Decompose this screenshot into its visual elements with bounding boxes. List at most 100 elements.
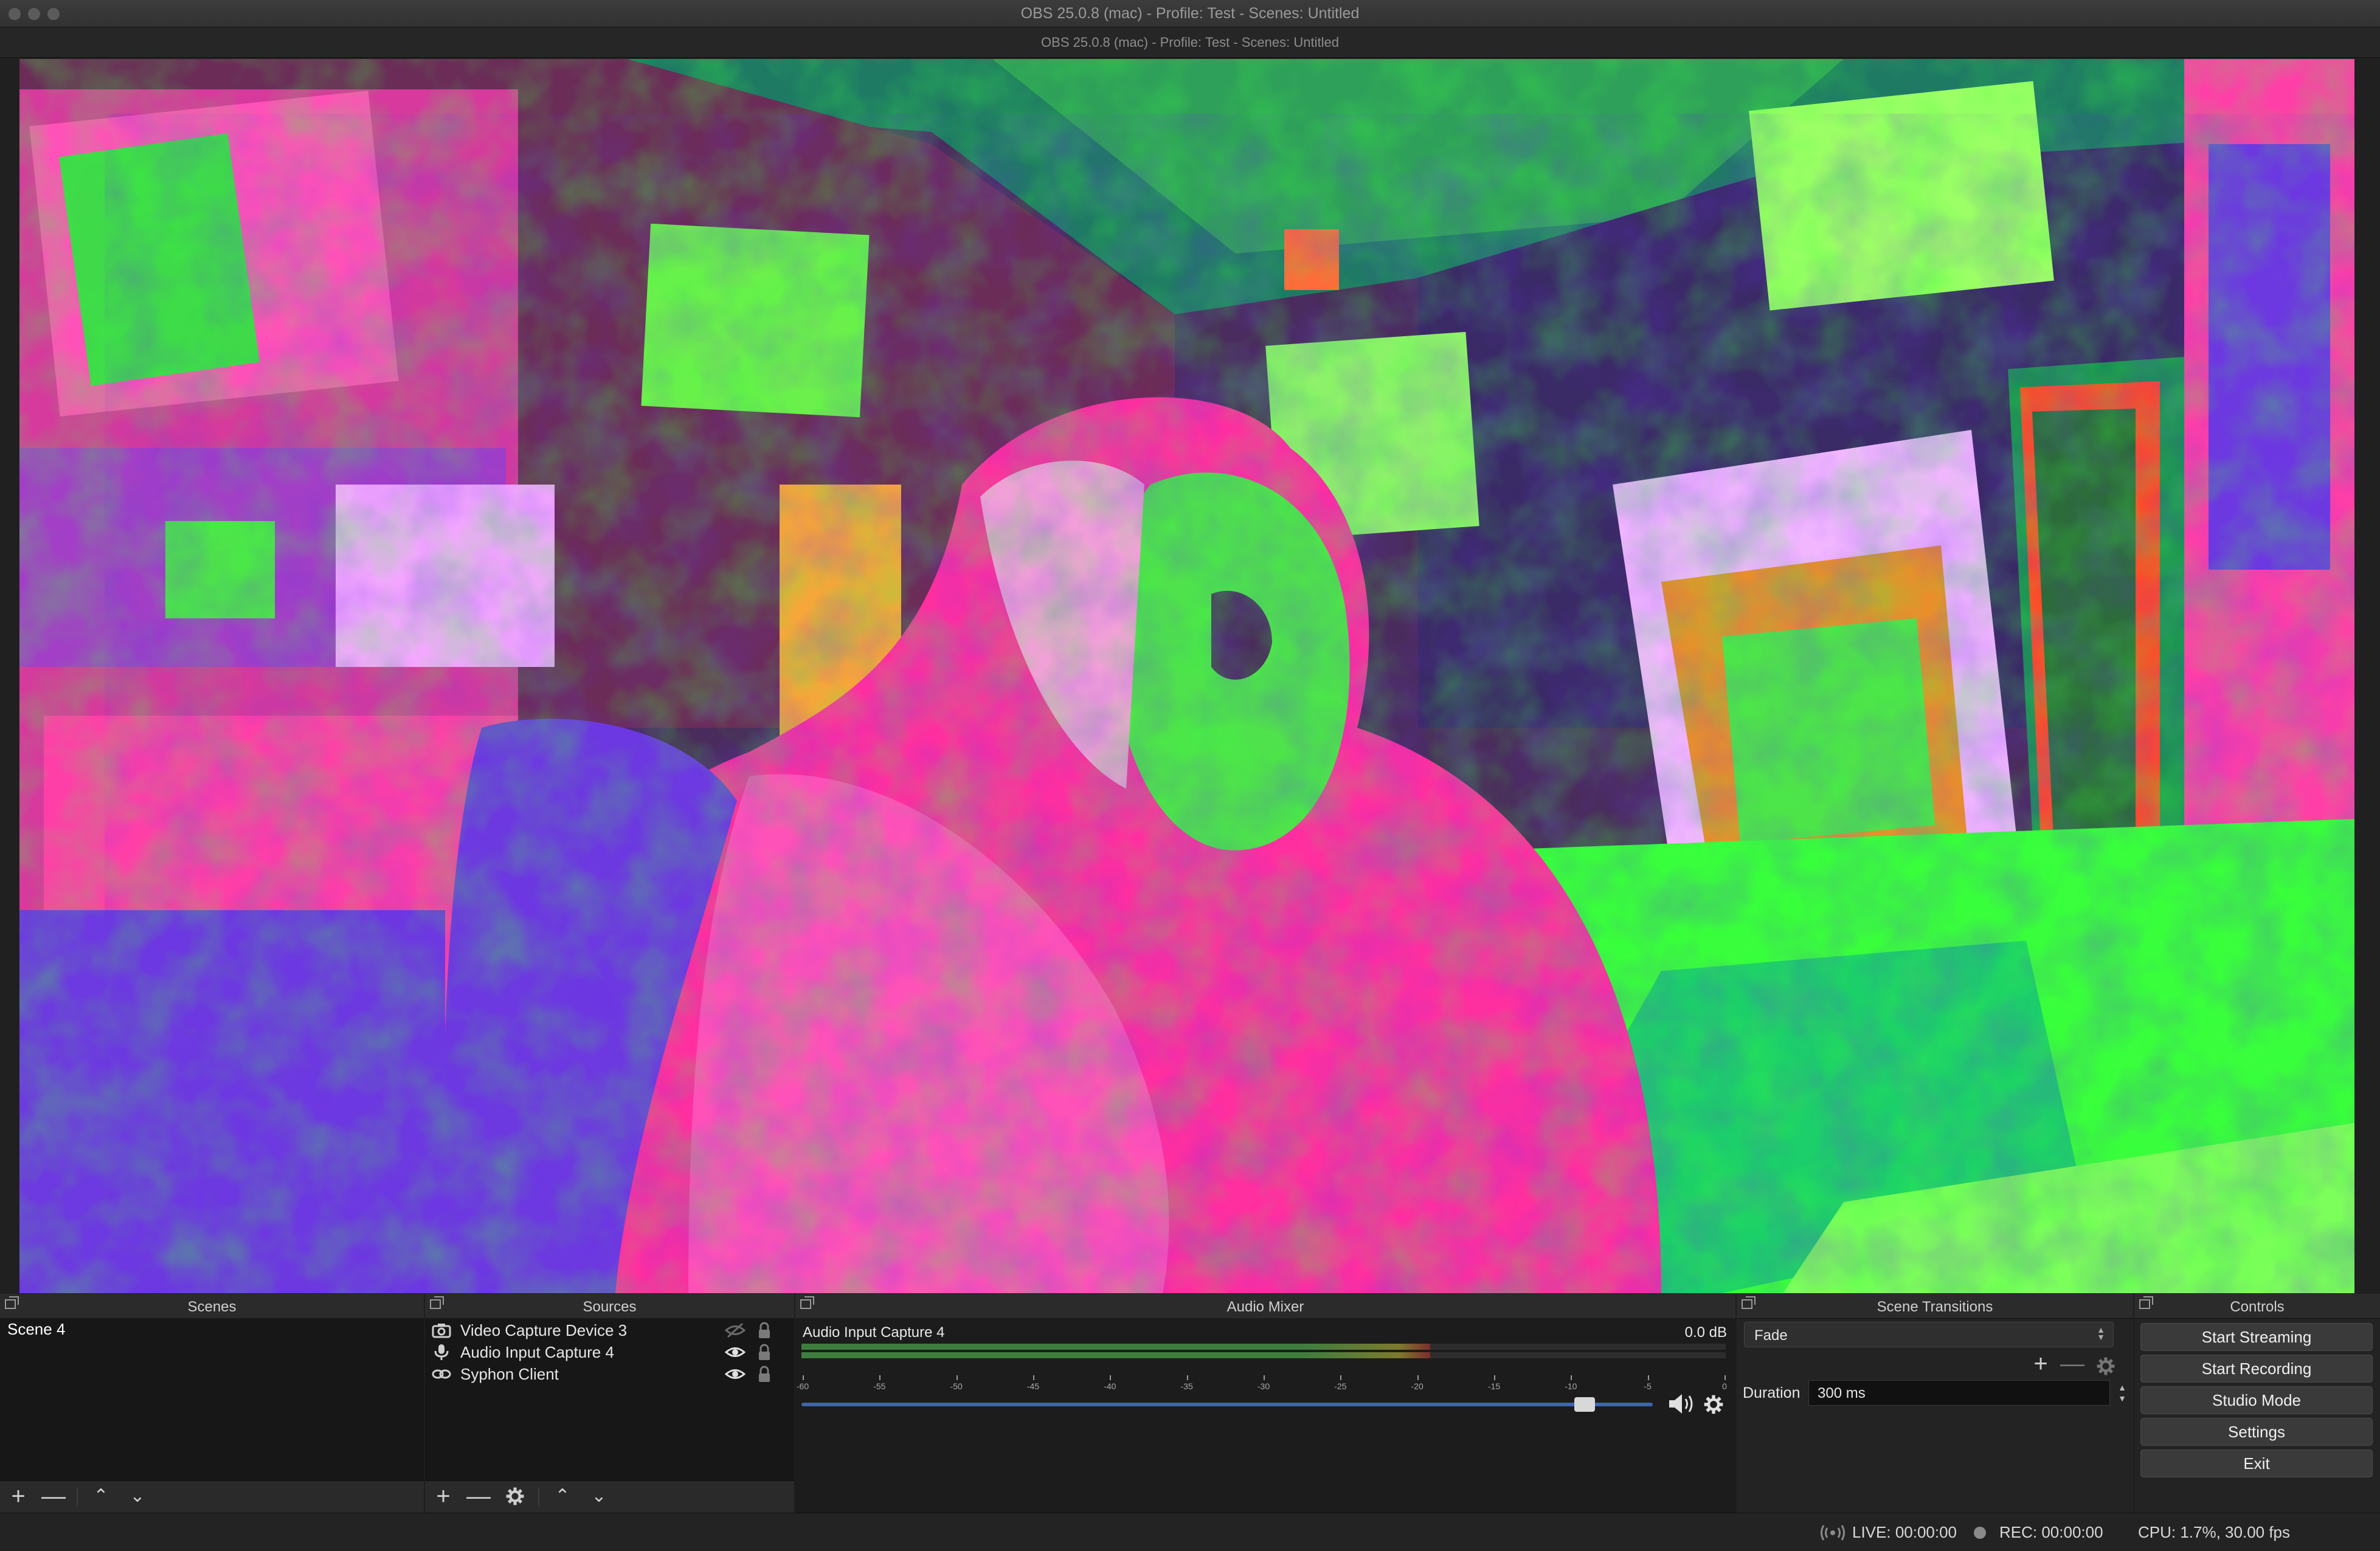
window-subtitle: OBS 25.0.8 (mac) - Profile: Test - Scene… xyxy=(1041,35,1339,50)
volume-meter-fill xyxy=(801,1352,1430,1358)
lock-icon[interactable] xyxy=(756,1321,772,1339)
move-source-up-button[interactable]: ⌃ xyxy=(549,1484,576,1510)
window-title-bar: OBS 25.0.8 (mac) - Profile: Test - Scene… xyxy=(0,0,2380,27)
controls-dock: Controls Start Streaming Start Recording… xyxy=(2134,1294,2380,1513)
scene-transitions-dock: Scene Transitions Fade ▲ ▼ + — Duration 3… xyxy=(1737,1294,2133,1513)
remove-source-button[interactable]: — xyxy=(465,1484,492,1510)
meter-tick xyxy=(1110,1375,1112,1380)
exit-button[interactable]: Exit xyxy=(2140,1449,2373,1477)
meter-tick xyxy=(1186,1375,1188,1380)
transition-select[interactable]: Fade ▲ ▼ xyxy=(1744,1322,2114,1347)
meter-tick xyxy=(1264,1375,1265,1380)
preview-video-feed[interactable] xyxy=(19,59,2354,1293)
source-label: Syphon Client xyxy=(460,1365,559,1383)
meter-tick-label: -20 xyxy=(1411,1381,1424,1391)
window-title: OBS 25.0.8 (mac) - Profile: Test - Scene… xyxy=(1020,5,1360,22)
controls-title: Controls xyxy=(2230,1299,2285,1315)
source-row[interactable]: Audio Input Capture 4 xyxy=(425,1341,794,1363)
visibility-eye-icon[interactable] xyxy=(724,1366,746,1383)
rec-timer: REC: 00:00:00 xyxy=(1999,1523,2103,1541)
scenes-list[interactable]: Scene 4 xyxy=(0,1318,424,1481)
source-row[interactable]: Syphon Client xyxy=(425,1363,794,1385)
volume-meter-top xyxy=(801,1344,1726,1350)
live-broadcast-icon xyxy=(1821,1525,1845,1541)
audio-settings-gear-icon[interactable] xyxy=(1703,1394,1724,1415)
meter-tick xyxy=(1417,1375,1419,1380)
meter-tick xyxy=(879,1375,881,1380)
audio-mixer-dock: Audio Mixer Audio Input Capture 4 0.0 dB… xyxy=(795,1294,1735,1513)
source-label: Audio Input Capture 4 xyxy=(460,1343,614,1361)
lock-icon[interactable] xyxy=(756,1365,772,1383)
volume-meter-fill xyxy=(801,1344,1430,1350)
volume-meter-bottom xyxy=(801,1352,1726,1358)
controls-header: Controls xyxy=(2134,1294,2380,1319)
scene-transitions-header: Scene Transitions xyxy=(1737,1294,2133,1319)
meter-tick xyxy=(1033,1375,1034,1380)
record-dot-icon xyxy=(1974,1527,1986,1539)
camera-icon xyxy=(432,1324,451,1338)
volume-slider-handle[interactable] xyxy=(1574,1397,1595,1412)
remove-scene-button[interactable]: — xyxy=(40,1484,67,1510)
studio-mode-button[interactable]: Studio Mode xyxy=(2140,1386,2373,1414)
meter-tick-label: -5 xyxy=(1644,1381,1652,1391)
scene-item[interactable]: Scene 4 xyxy=(0,1318,424,1340)
source-row[interactable]: Video Capture Device 3 xyxy=(425,1319,794,1341)
audio-mixer-header: Audio Mixer xyxy=(795,1294,1735,1319)
move-scene-up-button[interactable]: ⌃ xyxy=(88,1484,114,1510)
meter-tick-label: -25 xyxy=(1334,1381,1347,1391)
meter-tick-label: -60 xyxy=(796,1381,809,1391)
move-scene-down-button[interactable]: ⌄ xyxy=(124,1484,151,1510)
lock-icon[interactable] xyxy=(756,1343,772,1361)
volume-slider-track[interactable] xyxy=(801,1403,1653,1406)
meter-tick-label: -45 xyxy=(1026,1381,1040,1391)
cpu-fps-readout: CPU: 1.7%, 30.00 fps xyxy=(2138,1523,2291,1541)
status-bar: LIVE: 00:00:00 REC: 00:00:00 CPU: 1.7%, … xyxy=(0,1513,2380,1551)
meter-tick-label: -50 xyxy=(950,1381,963,1391)
sources-title: Sources xyxy=(583,1299,637,1315)
move-source-down-button[interactable]: ⌄ xyxy=(586,1484,612,1510)
mixer-level-readout: 0.0 dB xyxy=(1684,1324,1727,1341)
scenes-header: Scenes xyxy=(0,1294,424,1319)
settings-button[interactable]: Settings xyxy=(2140,1418,2373,1446)
syphon-icon xyxy=(432,1369,451,1379)
window-subtitle-bar: OBS 25.0.8 (mac) - Profile: Test - Scene… xyxy=(0,27,2380,58)
mixer-channel-name: Audio Input Capture 4 xyxy=(803,1324,945,1341)
chevron-updown-icon: ▲ ▼ xyxy=(2097,1325,2105,1342)
audio-mixer-channel: Audio Input Capture 4 0.0 dB -60 -55 -50 -4… xyxy=(795,1318,1735,1513)
audio-mixer-title: Audio Mixer xyxy=(1226,1299,1304,1315)
meter-tick xyxy=(1571,1375,1572,1380)
visibility-hidden-icon[interactable] xyxy=(724,1322,746,1339)
source-properties-gear-icon[interactable] xyxy=(502,1484,528,1510)
start-recording-button[interactable]: Start Recording xyxy=(2140,1355,2373,1383)
meter-tick xyxy=(1724,1375,1726,1380)
remove-transition-button[interactable]: — xyxy=(2059,1351,2086,1378)
meter-tick-label: -15 xyxy=(1487,1381,1501,1391)
duration-label: Duration xyxy=(1743,1384,1801,1401)
scenes-dock: Scenes Scene 4 + — ⌃ ⌄ xyxy=(0,1294,424,1513)
visibility-eye-icon[interactable] xyxy=(724,1344,746,1361)
live-timer: LIVE: 00:00:00 xyxy=(1852,1523,1957,1541)
source-label: Video Capture Device 3 xyxy=(460,1321,628,1339)
add-transition-button[interactable]: + xyxy=(2027,1351,2054,1378)
add-source-button[interactable]: + xyxy=(430,1484,457,1510)
meter-tick-label: -35 xyxy=(1180,1381,1193,1391)
duration-value: 300 ms xyxy=(1818,1385,1866,1401)
transition-properties-gear-icon[interactable] xyxy=(2095,1356,2116,1377)
add-scene-button[interactable]: + xyxy=(5,1484,32,1510)
meter-tick xyxy=(956,1375,958,1380)
preview-area[interactable] xyxy=(0,58,2380,1294)
sources-dock: Sources Video Capture Device 3 Audio Inp… xyxy=(425,1294,794,1513)
sources-list[interactable]: Video Capture Device 3 Audio Input Captu… xyxy=(425,1318,794,1481)
meter-tick-label: -40 xyxy=(1104,1381,1116,1391)
speaker-mute-icon[interactable] xyxy=(1667,1392,1695,1415)
meter-tick xyxy=(1494,1375,1495,1380)
transition-select-value: Fade xyxy=(1754,1327,1788,1344)
meter-tick xyxy=(803,1375,804,1380)
duration-stepper[interactable]: ▲ ▼ xyxy=(2114,1382,2130,1405)
meter-tick-label: -10 xyxy=(1565,1381,1577,1391)
start-streaming-button[interactable]: Start Streaming xyxy=(2140,1323,2373,1351)
scenes-title: Scenes xyxy=(187,1299,237,1315)
duration-input[interactable]: 300 ms ▲ ▼ xyxy=(1808,1380,2126,1406)
meter-tick-label: 0 xyxy=(1722,1381,1727,1391)
scenes-toolbar: + — ⌃ ⌄ xyxy=(0,1480,424,1513)
